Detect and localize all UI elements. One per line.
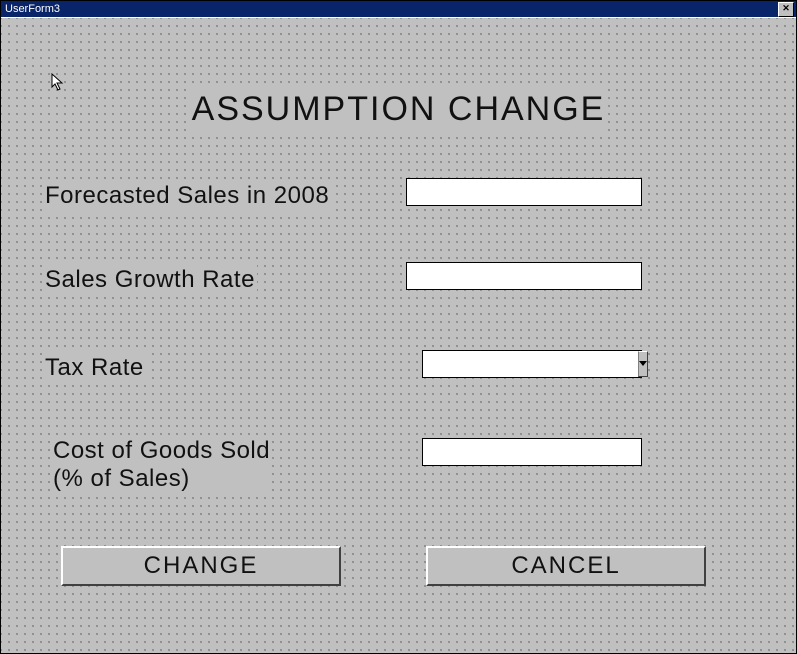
close-icon: ✕ <box>782 3 790 13</box>
label-forecasted-sales: Forecasted Sales in 2008 <box>43 181 331 211</box>
label-tax-rate: Tax Rate <box>43 353 146 383</box>
label-cogs-line1: Cost of Goods Sold <box>53 437 270 464</box>
titlebar: UserForm3 ✕ <box>1 1 796 17</box>
input-cogs[interactable] <box>422 438 642 466</box>
form-heading: ASSUMPTION CHANGE <box>192 88 606 131</box>
chevron-down-icon <box>639 361 647 367</box>
window-title: UserForm3 <box>5 3 60 15</box>
cancel-button-label: CANCEL <box>511 552 620 580</box>
label-sales-growth-rate: Sales Growth Rate <box>43 265 257 295</box>
input-forecasted-sales[interactable] <box>406 178 642 206</box>
change-button-label: CHANGE <box>144 552 259 580</box>
combo-tax-rate-input[interactable] <box>423 351 638 377</box>
form-client-area: ASSUMPTION CHANGE Forecasted Sales in 20… <box>1 17 796 653</box>
close-button[interactable]: ✕ <box>778 2 794 17</box>
combo-tax-rate[interactable] <box>422 350 642 378</box>
userform-window: UserForm3 ✕ ASSUMPTION CHANGE Forecasted… <box>0 0 797 654</box>
input-sales-growth-rate[interactable] <box>406 262 642 290</box>
cancel-button[interactable]: CANCEL <box>426 546 706 586</box>
change-button[interactable]: CHANGE <box>61 546 341 586</box>
label-cogs: Cost of Goods Sold (% of Sales) <box>51 436 272 493</box>
combo-tax-rate-dropdown-button[interactable] <box>638 351 648 377</box>
label-cogs-line2: (% of Sales) <box>53 465 190 492</box>
cursor-icon <box>51 73 67 93</box>
